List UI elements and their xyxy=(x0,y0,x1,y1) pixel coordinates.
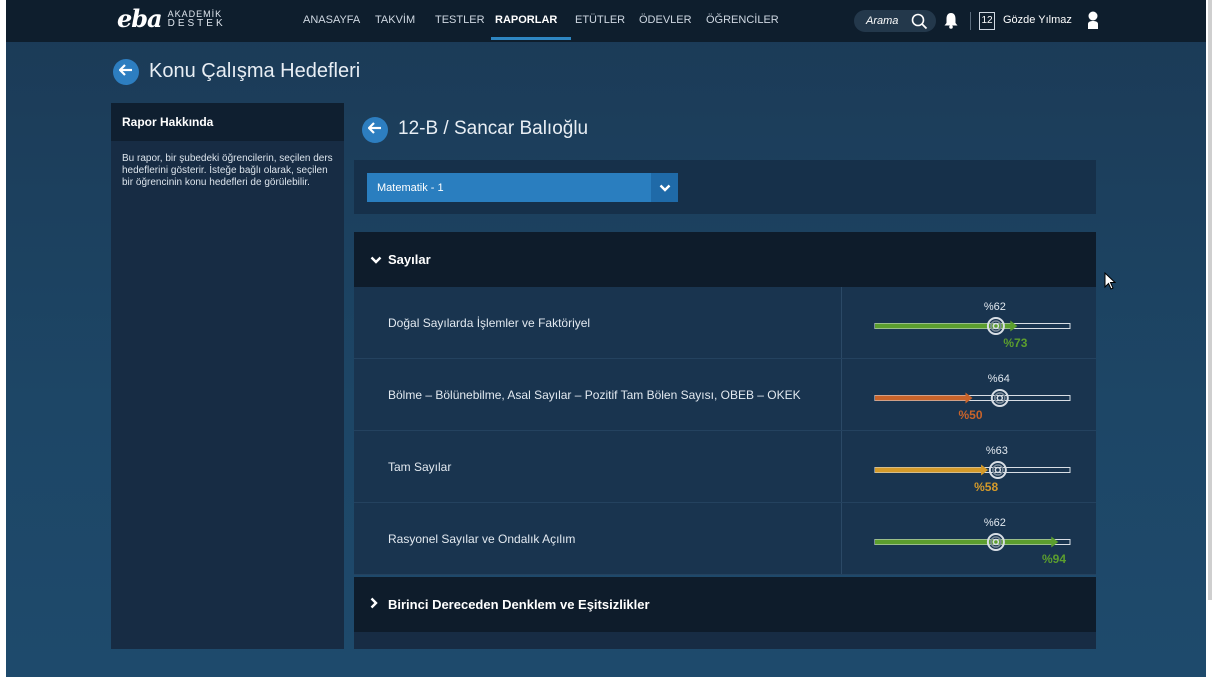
actual-percent: %58 xyxy=(974,480,999,494)
topic-list: Doğal Sayılarda İşlemler ve Faktöriyel %… xyxy=(354,287,1096,575)
target-percent: %62 xyxy=(983,301,1006,313)
chevron-down-icon xyxy=(370,251,382,269)
page-title: Konu Çalışma Hedefleri xyxy=(149,60,361,82)
topic-progress: %64 %50 xyxy=(842,359,1095,430)
logo-mark: eba xyxy=(117,4,163,33)
chevron-down-icon[interactable] xyxy=(651,173,678,202)
report-info-text: Bu rapor, bir şubedeki öğrencilerin, seç… xyxy=(122,153,333,188)
app-window: eba AKADEMİK DESTEK ANASAYFA TAKVİM TEST… xyxy=(6,0,1206,677)
navbar-divider xyxy=(970,12,971,30)
nav-calendar[interactable]: TAKVİM xyxy=(375,14,415,26)
actual-percent: %50 xyxy=(958,408,983,422)
actual-percent: %73 xyxy=(1003,336,1028,350)
target-percent: %63 xyxy=(985,445,1008,457)
topic-row: Rasyonel Sayılar ve Ondalık Açılım %62 %9… xyxy=(354,503,1096,575)
bell-icon[interactable] xyxy=(944,12,958,34)
progress-chart xyxy=(874,317,1071,335)
nav-home[interactable]: ANASAYFA xyxy=(303,14,360,26)
topic-row: Tam Sayılar %63 %58 xyxy=(354,431,1096,503)
topic-row: Bölme – Bölünebilme, Asal Sayılar – Pozi… xyxy=(354,359,1096,431)
user-icon[interactable] xyxy=(1087,11,1099,35)
topic-progress: %62 %94 xyxy=(842,503,1095,574)
section-header-denklem[interactable]: Birinci Dereceden Denklem ve Eşitsizlikl… xyxy=(354,577,1096,632)
chevron-right-icon xyxy=(370,596,382,614)
progress-arrow xyxy=(981,464,989,476)
top-navbar: eba AKADEMİK DESTEK ANASAYFA TAKVİM TEST… xyxy=(6,0,1206,42)
report-info-heading: Rapor Hakkında xyxy=(111,103,344,141)
progress-arrow xyxy=(1051,536,1059,548)
search-input[interactable]: Arama xyxy=(866,15,898,27)
nav-reports[interactable]: RAPORLAR xyxy=(495,14,557,26)
section-title: Birinci Dereceden Denklem ve Eşitsizlikl… xyxy=(388,597,650,612)
target-percent: %62 xyxy=(983,517,1006,529)
topic-name: Rasyonel Sayılar ve Ondalık Açılım xyxy=(354,503,842,574)
nav-active-indicator xyxy=(491,37,571,40)
nav-homework[interactable]: ÖDEVLER xyxy=(639,14,692,26)
user-name[interactable]: Gözde Yılmaz xyxy=(1003,14,1072,26)
student-back-button[interactable] xyxy=(362,117,388,143)
topic-name: Bölme – Bölünebilme, Asal Sayılar – Pozi… xyxy=(354,359,842,430)
progress-fill xyxy=(875,467,983,473)
report-info-panel: Rapor Hakkında Bu rapor, bir şubedeki öğ… xyxy=(111,103,344,649)
progress-chart xyxy=(874,461,1071,479)
topic-name: Doğal Sayılarda İşlemler ve Faktöriyel xyxy=(354,287,842,358)
progress-arrow xyxy=(965,392,973,404)
class-student-title: 12-B / Sancar Balıoğlu xyxy=(398,118,589,139)
target-percent: %64 xyxy=(987,373,1010,385)
topic-progress: %62 %73 xyxy=(842,287,1095,358)
target-marker-icon xyxy=(988,461,1007,479)
topic-row: Doğal Sayılarda İşlemler ve Faktöriyel %… xyxy=(354,287,1096,359)
filter-panel: Matematik - 1 xyxy=(354,160,1096,214)
target-marker-icon xyxy=(990,389,1009,407)
mouse-cursor-icon xyxy=(1104,271,1117,295)
nav-studies[interactable]: ETÜTLER xyxy=(575,14,625,26)
search-icon[interactable] xyxy=(911,13,928,35)
brand-logo[interactable]: eba AKADEMİK DESTEK xyxy=(117,7,226,31)
logo-subtitle: AKADEMİK DESTEK xyxy=(168,9,226,29)
arrow-left-icon xyxy=(118,63,133,81)
nav-tests[interactable]: TESTLER xyxy=(435,14,485,26)
progress-fill xyxy=(875,395,967,401)
topic-name: Tam Sayılar xyxy=(354,431,842,502)
page-scrollbar[interactable] xyxy=(1208,0,1212,600)
section-header-sayilar[interactable]: Sayılar xyxy=(354,232,1096,287)
section-title: Sayılar xyxy=(388,252,431,267)
course-select[interactable]: Matematik - 1 xyxy=(367,173,678,202)
arrow-left-icon xyxy=(367,121,382,139)
back-button[interactable] xyxy=(113,59,139,85)
nav-students[interactable]: ÖĞRENCİLER xyxy=(706,14,779,26)
search-box[interactable]: Arama xyxy=(854,10,936,32)
course-select-value: Matematik - 1 xyxy=(377,181,444,194)
progress-arrow xyxy=(1010,320,1018,332)
messages-counter[interactable]: 12 xyxy=(979,12,995,30)
actual-percent: %94 xyxy=(1042,552,1067,566)
logo-line-2: DESTEK xyxy=(167,18,226,29)
progress-fill xyxy=(875,539,1053,545)
topic-progress: %63 %58 xyxy=(842,431,1095,502)
content-footer xyxy=(354,632,1096,649)
